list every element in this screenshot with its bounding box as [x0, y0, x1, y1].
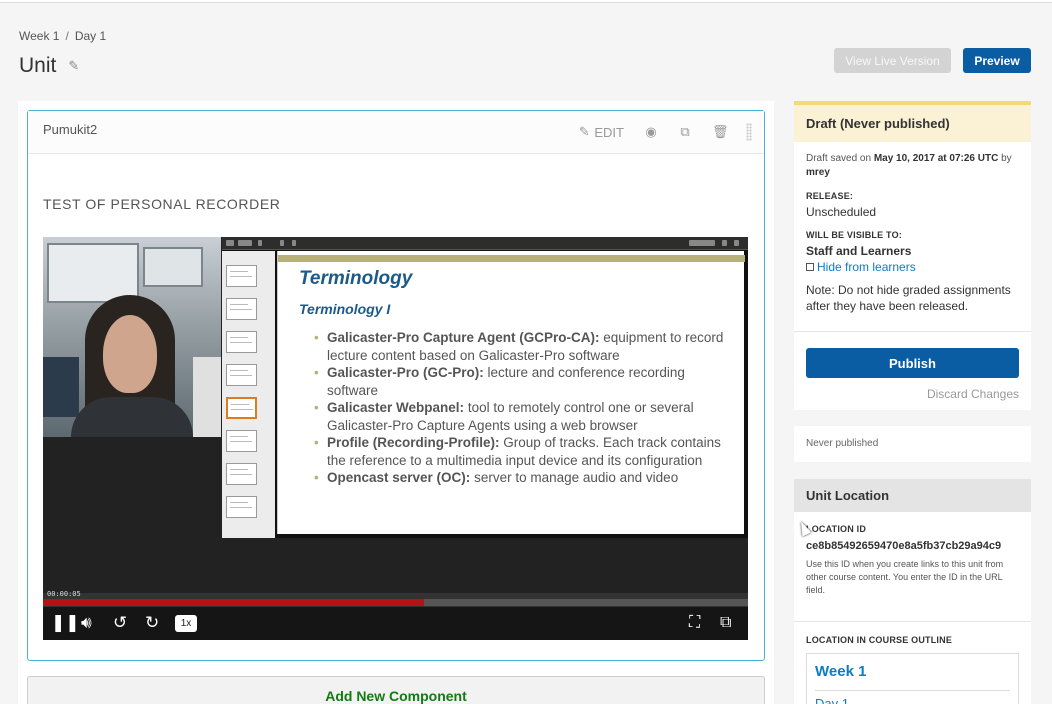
- component-title: Pumukit2: [43, 122, 98, 137]
- slide-accent-bar: [278, 255, 745, 262]
- presenter-body: [71, 397, 193, 437]
- breadcrumb-separator: /: [65, 29, 69, 43]
- drag-handle-icon[interactable]: [746, 123, 752, 141]
- divider: [815, 690, 1010, 691]
- publish-status-title: Draft (Never published): [794, 105, 1031, 142]
- divider: [794, 621, 1031, 622]
- release-label: RELEASE:: [806, 191, 854, 201]
- rewind-10-icon[interactable]: ↺: [113, 613, 127, 633]
- location-id-value: ce8b85492659470e8a5fb37cb29a94c9: [806, 540, 1002, 552]
- breadcrumb-day[interactable]: Day 1: [75, 29, 106, 43]
- visible-to-value: Staff and Learners: [806, 244, 912, 258]
- current-time: 00:00:05: [47, 590, 81, 598]
- video-controls: ❚❚ 🔊︎ ↺ ↻ 1x ⛶ ⧉: [43, 607, 748, 640]
- slide-bullet: Galicaster-Pro (GC-Pro): lecture and con…: [314, 364, 739, 399]
- hide-from-learners-toggle[interactable]: Hide from learners: [806, 260, 1019, 274]
- slide-bullet: Galicaster Webpanel: tool to remotely co…: [314, 399, 739, 434]
- pencil-icon: ✎: [578, 124, 590, 139]
- view-live-version-button[interactable]: View Live Version: [834, 48, 951, 73]
- page-title-text: Unit: [19, 54, 57, 77]
- background-window: [143, 247, 203, 287]
- layout-switch-icon[interactable]: ⧉: [720, 613, 731, 633]
- progress-fill: [43, 599, 424, 606]
- add-new-component-button[interactable]: Add New Component: [27, 676, 765, 704]
- hide-note: Note: Do not hide graded assignments aft…: [806, 283, 1011, 313]
- presenter-face: [103, 315, 157, 393]
- location-id-help: Use this ID when you create links to thi…: [806, 559, 1004, 595]
- outline-location-label: LOCATION IN COURSE OUTLINE: [806, 635, 953, 645]
- trash-icon[interactable]: 🗑: [712, 124, 729, 140]
- top-nav-edge: [0, 0, 1052, 3]
- component-header: Pumukit2 ✎ EDIT ◉ ⧉ 🗑: [28, 111, 764, 154]
- progress-bar[interactable]: 00:00:05: [43, 590, 748, 607]
- publish-history: Never published: [794, 426, 1031, 462]
- unit-content-area: Pumukit2 ✎ EDIT ◉ ⧉ 🗑 TEST OF PERSONAL R…: [18, 101, 774, 704]
- fullscreen-icon[interactable]: ⛶: [689, 613, 700, 633]
- edit-label: EDIT: [594, 124, 624, 140]
- playback-speed-button[interactable]: 1x: [175, 615, 197, 632]
- draft-saved-info: Draft saved on May 10, 2017 at 07:26 UTC…: [806, 153, 1012, 178]
- unit-location-panel: Unit Location LOCATION ID ce8b8549265947…: [794, 479, 1031, 704]
- course-outline-box: Week 1 Day 1: [806, 653, 1019, 704]
- video-player[interactable]: Terminology Terminology I Galicaster-Pro…: [43, 237, 748, 640]
- component-actions: ✎ EDIT ◉ ⧉ 🗑: [577, 123, 752, 141]
- eye-icon[interactable]: ◉: [644, 124, 658, 140]
- component-block: Pumukit2 ✎ EDIT ◉ ⧉ 🗑 TEST OF PERSONAL R…: [27, 110, 765, 661]
- checkbox-icon[interactable]: [806, 263, 814, 271]
- slide-thumbnails: [222, 251, 275, 538]
- slide-bullet: Profile (Recording-Profile): Group of tr…: [314, 434, 739, 469]
- release-value: Unscheduled: [806, 205, 877, 219]
- preview-button[interactable]: Preview: [963, 48, 1031, 73]
- presenter-camera-view: [43, 237, 221, 437]
- hide-from-learners-label: Hide from learners: [817, 260, 916, 274]
- visible-to-label: WILL BE VISIBLE TO:: [806, 230, 902, 240]
- slide-bullet: Galicaster-Pro Capture Agent (GCPro-CA):…: [314, 329, 739, 364]
- background-window: [47, 243, 139, 303]
- publish-button[interactable]: Publish: [806, 348, 1019, 378]
- screen-toolbar: [222, 237, 748, 250]
- breadcrumb: Week 1 / Day 1: [19, 29, 106, 43]
- pause-icon[interactable]: ❚❚: [51, 613, 80, 633]
- edit-title-pencil-icon[interactable]: ✎: [68, 58, 79, 74]
- location-id-label: LOCATION ID: [806, 524, 867, 534]
- progress-track[interactable]: [43, 599, 748, 606]
- edit-button[interactable]: ✎ EDIT: [577, 124, 624, 140]
- discard-changes-link[interactable]: Discard Changes: [927, 387, 1019, 401]
- background-chair: [193, 357, 221, 437]
- presentation-slide: Terminology Terminology I Galicaster-Pro…: [277, 251, 745, 534]
- duplicate-icon[interactable]: ⧉: [678, 124, 692, 140]
- outline-day-link[interactable]: Day 1: [815, 696, 849, 704]
- component-heading: TEST OF PERSONAL RECORDER: [43, 196, 281, 212]
- page-title: Unit ✎: [19, 54, 79, 78]
- breadcrumb-week[interactable]: Week 1: [19, 29, 59, 43]
- slide-title: Terminology: [299, 268, 413, 289]
- forward-30-icon[interactable]: ↻: [145, 613, 159, 633]
- divider: [794, 331, 1031, 332]
- slide-bullets: Galicaster-Pro Capture Agent (GCPro-CA):…: [314, 329, 739, 487]
- publish-details: Draft saved on May 10, 2017 at 07:26 UTC…: [794, 142, 1031, 314]
- unit-location-title: Unit Location: [794, 479, 1031, 512]
- background-monitor: [43, 357, 79, 417]
- slide-bullet: Opencast server (OC): server to manage a…: [314, 469, 739, 487]
- slide-subtitle: Terminology I: [299, 301, 391, 317]
- publish-status-panel: Draft (Never published) Draft saved on M…: [794, 101, 1031, 410]
- screen-capture-view: Terminology Terminology I Galicaster-Pro…: [222, 237, 748, 538]
- outline-week-link[interactable]: Week 1: [815, 663, 866, 680]
- add-new-component-label: Add New Component: [325, 688, 467, 704]
- volume-icon[interactable]: 🔊︎: [81, 613, 92, 633]
